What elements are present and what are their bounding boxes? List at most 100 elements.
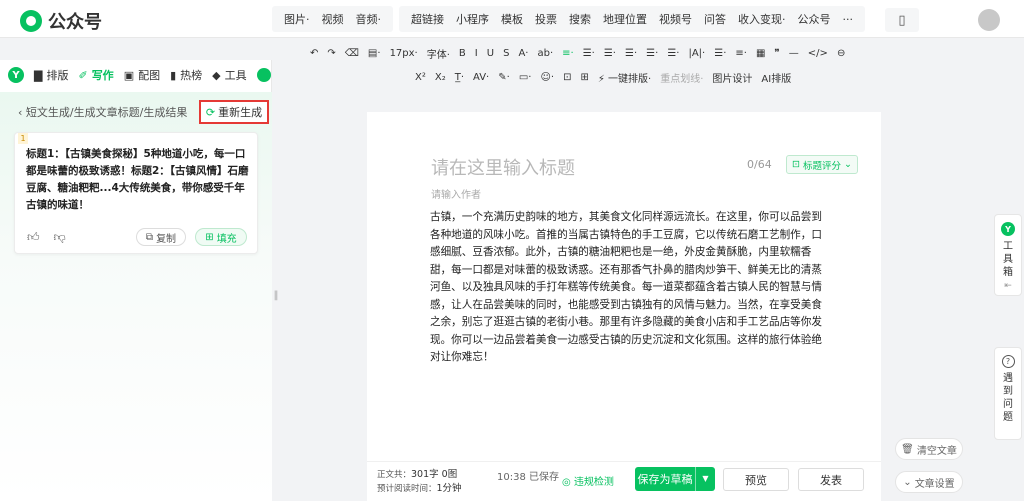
save-status: 10:38 已保存 (497, 472, 559, 483)
insert-menu-bar: 图片· 视频 音频· 超链接 小程序 模板 投票 搜索 地理位置 视频号 问答 … (272, 6, 871, 32)
code-icon[interactable]: </> (808, 48, 828, 59)
quote-icon[interactable]: ❞ (774, 48, 779, 59)
insert-video-button[interactable]: 视频 (316, 11, 350, 27)
refresh-icon: ⟳ (205, 105, 216, 119)
title-score-button[interactable]: ⊡ 标题评分 ⌄ (786, 155, 858, 174)
indent-icon[interactable]: ☰· (583, 48, 595, 59)
highlight-underline-button[interactable]: 重点划线· (660, 70, 703, 85)
breadcrumb[interactable]: ‹ 短文生成/生成文章标题/生成结果 (18, 104, 187, 120)
font-family-select[interactable]: 字体· (427, 46, 450, 61)
insert-miniprogram-button[interactable]: 小程序 (450, 11, 495, 27)
phone-preview-icon[interactable]: ▯ (885, 8, 919, 32)
list-icon[interactable]: ☰· (667, 48, 679, 59)
chevron-left-icon: ‹ (18, 106, 26, 119)
title-char-count: 0/64 (747, 158, 772, 171)
pen-icon[interactable]: ✎· (498, 72, 510, 83)
insert-link-button[interactable]: 超链接 (405, 11, 450, 27)
tab-label: 配图 (138, 69, 161, 82)
regenerate-label: 重新生成 (218, 106, 263, 119)
save-draft-label: 保存为草稿 (637, 473, 693, 486)
tab-tools[interactable]: ◆ 工具 (212, 67, 246, 83)
redo-icon[interactable]: ↷ (327, 48, 335, 59)
collapse-icon[interactable]: ⊖ (837, 48, 845, 59)
thumbs-up-icon[interactable]: 👍︎ (27, 230, 40, 245)
app-logo[interactable]: 公众号 (20, 8, 102, 34)
word-count-label: 正文共： (377, 470, 412, 480)
ordered-list-icon[interactable]: ≡· (735, 48, 747, 59)
undo-icon[interactable]: ↶ (310, 48, 318, 59)
tab-trending[interactable]: ▮ 热榜 (170, 67, 202, 83)
tab-layout[interactable]: ▇ 排版 (34, 67, 68, 83)
insert-qa-button[interactable]: 问答 (698, 11, 732, 27)
strikethrough-icon[interactable]: S (503, 48, 509, 59)
background-color-icon[interactable]: ab· (537, 48, 553, 59)
copy-button[interactable]: ⧉ 复制 (136, 228, 186, 246)
write-icon: ✐ (78, 68, 88, 82)
tab-write[interactable]: ✐ 写作 (78, 67, 113, 83)
publish-button[interactable]: 发表 (798, 468, 864, 491)
border-icon[interactable]: ▭· (519, 72, 532, 83)
tab-image[interactable]: ▣ 配图 (124, 67, 160, 83)
author-input[interactable]: 请输入作者 (431, 186, 481, 201)
wechat-logo-icon (20, 10, 42, 32)
font-size-select[interactable]: 17px· (390, 48, 418, 59)
chevron-down-icon[interactable]: ▼ (695, 467, 715, 491)
divider-icon[interactable]: — (789, 48, 799, 59)
text-style-icon[interactable]: T̲· (455, 72, 464, 83)
regenerate-button[interactable]: ⟳ 重新生成 (199, 100, 269, 124)
clear-article-button[interactable]: 🗑︎ 清空文章 (895, 438, 963, 460)
fill-button[interactable]: ⊞ 填充 (195, 228, 247, 246)
save-draft-button[interactable]: 保存为草稿 ▼ (635, 467, 715, 491)
image-design-button[interactable]: 图片设计 (712, 70, 752, 85)
insert-template-button[interactable]: 模板 (495, 11, 529, 27)
compliance-check-button[interactable]: ◎ 违规检测 (562, 473, 614, 488)
thumbs-down-icon[interactable]: 👎︎ (54, 230, 66, 245)
unordered-list-icon[interactable]: ☰· (714, 48, 726, 59)
title-score-label: 标题评分 (802, 160, 841, 172)
insert-account-button[interactable]: 公众号 (792, 11, 837, 27)
subscript-icon[interactable]: X₂ (435, 72, 446, 83)
chevron-down-icon: ⌄ (844, 159, 852, 170)
margin-icon[interactable]: ☰· (646, 48, 658, 59)
emoji-icon[interactable]: ☺· (540, 72, 554, 83)
bold-icon[interactable]: B (459, 48, 466, 59)
toolbox-icon[interactable]: ⊞ (580, 72, 588, 83)
insert-image-button[interactable]: 图片· (278, 11, 316, 27)
underline-icon[interactable]: U (487, 48, 494, 59)
insert-vote-button[interactable]: 投票 (529, 11, 563, 27)
copy-icon: ⧉ (145, 231, 154, 243)
copy-label: 复制 (156, 233, 177, 245)
paragraph-spacing-icon[interactable]: ☰· (625, 48, 637, 59)
preview-button[interactable]: 预览 (723, 468, 789, 491)
letter-spacing-icon[interactable]: |A|· (688, 48, 705, 59)
help-button[interactable]: ? 遇到问题 (994, 347, 1022, 440)
result-index-badge: 1 (18, 133, 28, 144)
insert-search-button[interactable]: 搜索 (563, 11, 597, 27)
insert-channels-button[interactable]: 视频号 (653, 11, 698, 27)
format-painter-icon[interactable]: ▤· (368, 48, 381, 59)
toolbox-panel-toggle[interactable]: Y 工具箱 ⇤ (994, 214, 1022, 296)
table-icon[interactable]: ▦ (756, 48, 765, 59)
fill-icon: ⊞ (205, 231, 214, 243)
italic-icon[interactable]: I (475, 48, 478, 59)
insert-monetize-button[interactable]: 收入变现· (732, 11, 792, 27)
format-toolbar-row-1: ↶ ↷ ⌫ ▤· 17px· 字体· B I U S A· ab· ≡· ☰· … (310, 42, 854, 64)
insert-location-button[interactable]: 地理位置 (597, 11, 653, 27)
superscript-icon[interactable]: X² (415, 72, 426, 83)
clear-format-icon[interactable]: ⌫ (345, 48, 359, 59)
frame-icon[interactable]: ⊡ (563, 72, 571, 83)
one-click-layout-button[interactable]: ⚡ 一键排版· (598, 70, 651, 85)
insert-audio-button[interactable]: 音频· (350, 11, 388, 27)
title-input[interactable]: 请在这里输入标题 (431, 154, 575, 180)
avatar[interactable] (978, 9, 1000, 31)
ai-layout-button[interactable]: AI排版 (761, 70, 791, 85)
article-settings-button[interactable]: ⌄ 文章设置 (895, 471, 963, 493)
line-height-icon[interactable]: ☰· (604, 48, 616, 59)
insert-more-button[interactable]: ··· (837, 13, 860, 26)
panel-splitter-handle[interactable]: ‖ (273, 290, 279, 304)
article-body[interactable]: 古镇，一个充满历史韵味的地方，其美食文化同样源远流长。在这里，你可以品尝到各种地… (430, 209, 826, 367)
font-color-icon[interactable]: A· (518, 48, 528, 59)
align-icon[interactable]: ≡· (562, 48, 574, 59)
image-icon: ▣ (123, 68, 135, 82)
kerning-icon[interactable]: AV· (473, 72, 489, 83)
